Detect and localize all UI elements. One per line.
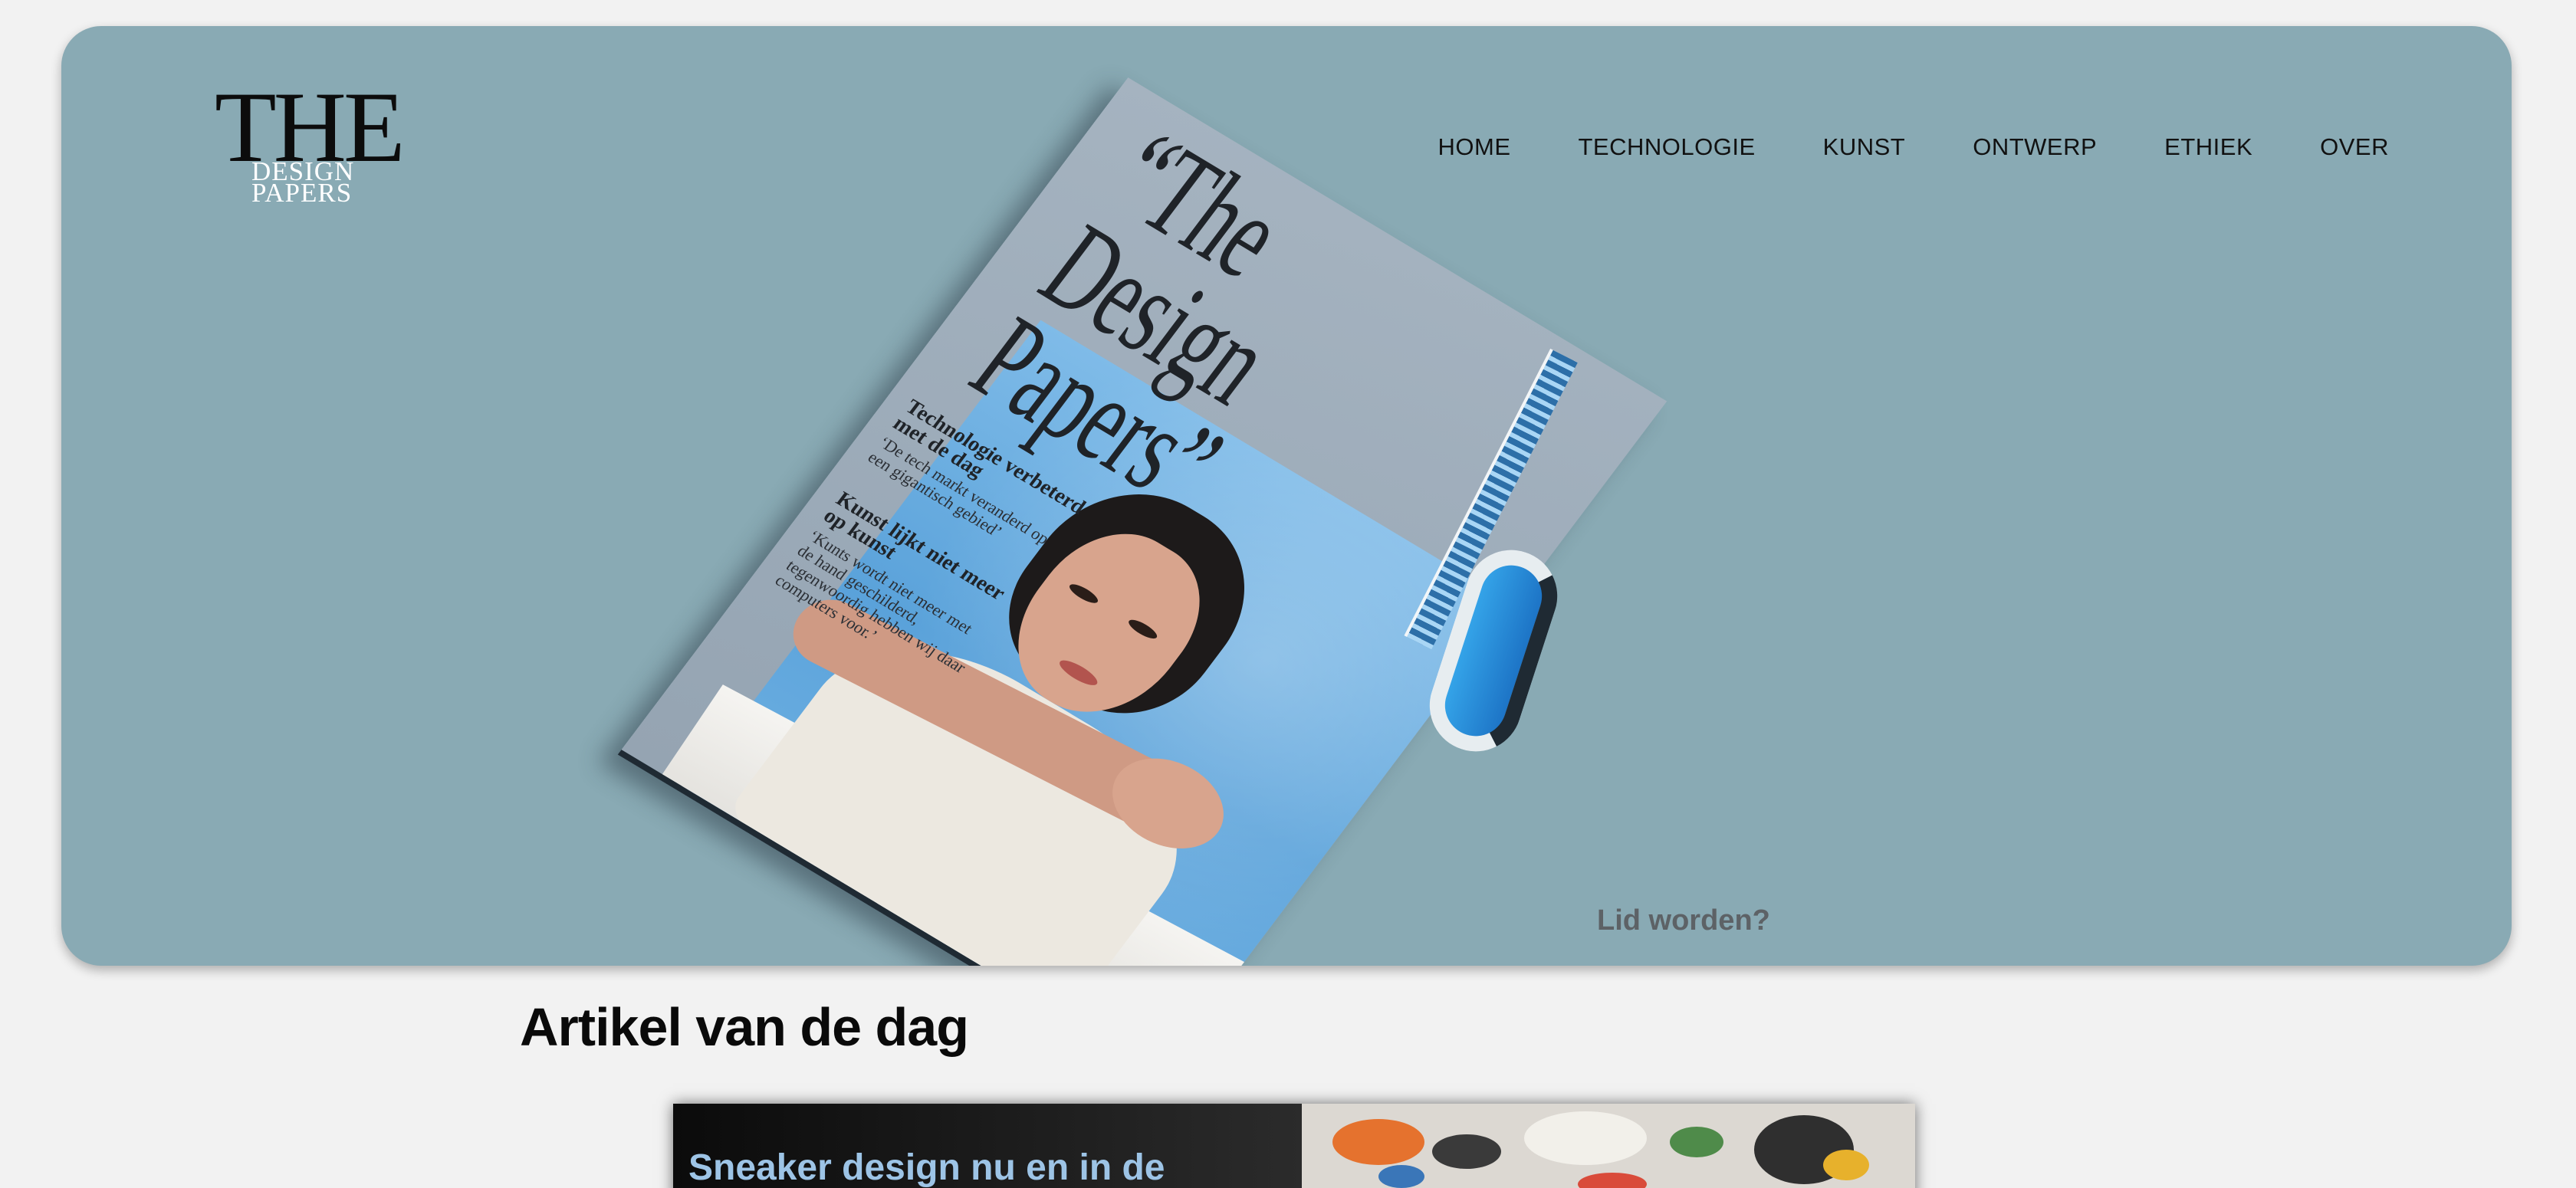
logo-papers: PAPERS (251, 178, 353, 208)
join-link[interactable]: Lid worden? (1597, 904, 1770, 937)
main-navigation: HOME TECHNOLOGIE KUNST ONTWERP ETHIEK OV… (1438, 133, 2390, 161)
logo-subtitle: DESIGN PAPERS (251, 158, 354, 208)
section-title: Artikel van de dag (520, 997, 969, 1057)
page: THE DESIGN PAPERS HOME TECHNOLOGIE KUNST… (0, 0, 2576, 1188)
nav-technologie[interactable]: TECHNOLOGIE (1579, 133, 1756, 161)
hero-banner: THE DESIGN PAPERS HOME TECHNOLOGIE KUNST… (61, 26, 2512, 966)
nav-over[interactable]: OVER (2320, 133, 2389, 161)
nav-ontwerp[interactable]: ONTWERP (1973, 133, 2097, 161)
nav-home[interactable]: HOME (1438, 133, 1511, 161)
article-image (1302, 1104, 1915, 1188)
nav-kunst[interactable]: KUNST (1823, 133, 1906, 161)
nav-ethiek[interactable]: ETHIEK (2164, 133, 2252, 161)
article-text-panel: Sneaker design nu en in de (673, 1104, 1302, 1188)
site-logo[interactable]: THE DESIGN PAPERS (215, 77, 406, 208)
article-card[interactable]: Sneaker design nu en in de (673, 1104, 1915, 1188)
zipper-graphic (1404, 348, 1687, 763)
article-title[interactable]: Sneaker design nu en in de (688, 1147, 1302, 1188)
